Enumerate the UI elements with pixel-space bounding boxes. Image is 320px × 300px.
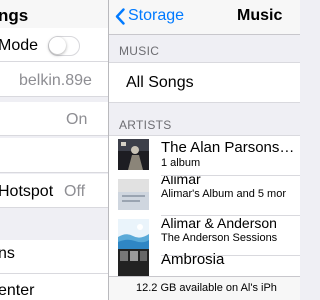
artist-row[interactable]: The Alan Parsons… 1 album (109, 136, 300, 176)
artist-detail: 1 album (161, 157, 201, 169)
chevron-left-icon (115, 7, 125, 25)
artist-name: Ambrosia (161, 251, 225, 268)
all-songs-label: All Songs (126, 74, 194, 91)
music-storage-pane: Storage Music MUSIC All Songs ARTISTS Th… (109, 0, 300, 300)
settings-row-wifi[interactable]: belkin.89e (0, 62, 108, 97)
storage-footer: 12.2 GB available on Al's iPh (109, 276, 300, 300)
artist-name: The Alan Parsons… (161, 139, 295, 156)
toggle-knob (49, 37, 66, 54)
wifi-network-value: belkin.89e (19, 72, 92, 89)
artist-detail: Alimar's Album and 5 mor (161, 188, 286, 200)
page-title: Music (237, 7, 283, 24)
settings-row-label: Mode (0, 37, 39, 54)
bluetooth-value: On (66, 111, 88, 128)
settings-row-label: enter (0, 282, 35, 299)
album-art (118, 179, 149, 210)
artists-list: The Alan Parsons… 1 album Alimar Alimar'… (109, 135, 300, 280)
back-button[interactable]: Storage (115, 5, 184, 27)
album-art (118, 139, 149, 170)
settings-row-notifications[interactable]: ns (0, 240, 108, 274)
hotspot-value: Off (64, 183, 86, 200)
album-art (118, 219, 149, 250)
settings-row-label: ns (0, 245, 15, 262)
settings-pane: ngs Mode belkin.89e On Hotspot Off ns en… (0, 0, 108, 300)
artist-name: Alimar & Anderson (161, 216, 277, 231)
mode-toggle[interactable] (48, 36, 80, 56)
artist-name: Alimar (161, 176, 201, 187)
settings-title: ngs (0, 6, 29, 25)
settings-row-cellular[interactable] (0, 138, 108, 173)
back-button-label: Storage (128, 7, 185, 24)
settings-row-mode[interactable]: Mode (0, 28, 108, 62)
artists-section-header: ARTISTS (119, 118, 172, 132)
settings-row-hotspot[interactable]: Hotspot Off (0, 174, 108, 208)
all-songs-row[interactable]: All Songs (109, 62, 300, 103)
artist-detail: The Anderson Sessions (161, 232, 278, 244)
music-section-header: MUSIC (119, 44, 160, 58)
artist-row[interactable]: Alimar Alimar's Album and 5 mor (109, 176, 300, 216)
settings-row-label: Hotspot (0, 183, 54, 200)
storage-available-text: 12.2 GB available on Al's iPh (136, 282, 277, 294)
settings-row-control-center[interactable]: enter (0, 274, 108, 300)
settings-row-bluetooth[interactable]: On (0, 102, 108, 136)
nav-bar: Storage Music (109, 0, 300, 35)
